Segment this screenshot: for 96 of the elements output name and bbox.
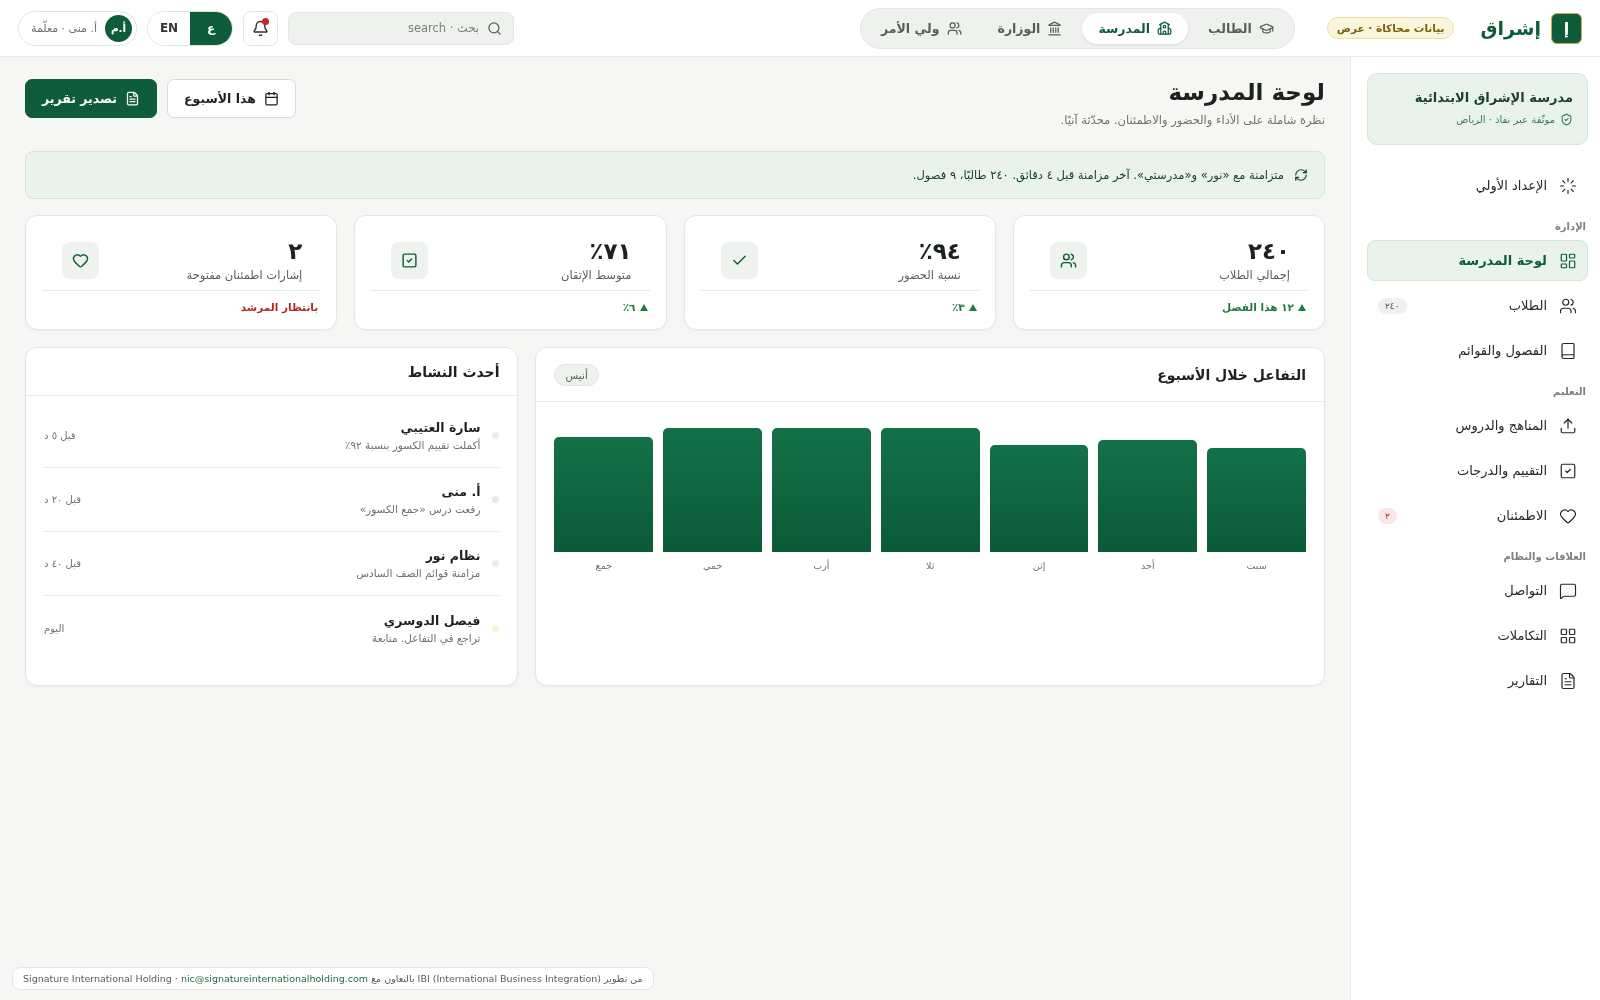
section-heading: الإدارة [1553, 220, 1587, 234]
graduation-cap-icon [1258, 20, 1274, 36]
sync-text: متزامنة مع «نور» و«مدرستي». آخر مزامنة قبل ٤ دقائق. ٢٤٠ طالبًا، ٩ فصول. [912, 168, 1284, 182]
demo-badge: بيانات محاكاة · عرض [1326, 17, 1455, 39]
tag: أنيس [554, 363, 599, 386]
role-tab[interactable]: ولي الأمر [864, 12, 978, 44]
section-heading: التعليم [1552, 385, 1587, 399]
role-tab[interactable]: الوزارة [981, 12, 1079, 44]
activity-name: نظام نور [424, 548, 481, 563]
stat-label: إجمالي الطلاب [1218, 268, 1290, 282]
up-arrow-icon [639, 303, 648, 311]
up-arrow-icon [1298, 303, 1306, 311]
stat-trend: ٦٪ [622, 301, 636, 313]
up-arrow-icon [968, 303, 977, 311]
users-icon [1049, 241, 1087, 279]
panel-title: التفاعل خلال الأسبوع [1157, 366, 1306, 383]
sidebar-item[interactable]: الطلاب ٢٤٠ [1367, 285, 1588, 326]
activity-time: قبل ٤٠ د [44, 558, 81, 569]
sidebar-item[interactable]: التواصل [1367, 570, 1588, 611]
count-badge: ٢ [1378, 507, 1397, 524]
activity-detail: مزامنة قوائم الصف السادس [355, 567, 481, 579]
stat-label: متوسط الإتقان [561, 268, 632, 282]
week-button[interactable]: هذا الأسبوع [167, 79, 296, 118]
sidebar-item[interactable]: التقييم والدرجات [1367, 450, 1588, 491]
search-field[interactable]: بحث · search [288, 11, 515, 45]
activity-time: قبل ٥ د [44, 430, 76, 441]
school-icon [1157, 20, 1173, 36]
sidebar-item[interactable]: لوحة المدرسة [1367, 240, 1588, 281]
page-title: لوحة المدرسة [1167, 79, 1325, 105]
sidebar-item[interactable]: الفصول والقوائم [1367, 330, 1588, 371]
user-menu[interactable]: أ.م أ. منى · معلّمة [18, 10, 138, 46]
sidebar-item[interactable]: التكاملات [1367, 615, 1588, 656]
sidebar-item[interactable]: المناهج والدروس [1367, 405, 1588, 446]
activity-name: سارة العتيبي [399, 420, 481, 435]
count-badge: ٢٤٠ [1378, 297, 1407, 314]
page-subtitle: نظرة شاملة على الأداء والحضور والاطمئنان. محدّثة آنيًا. [1060, 113, 1325, 127]
chat-icon [1559, 581, 1577, 600]
bank-icon [1047, 20, 1063, 36]
day-label: سبت [1245, 560, 1268, 571]
section-heading: العلاقات والنظام [1502, 550, 1587, 565]
users-icon [946, 20, 962, 36]
unread-dot [262, 17, 270, 25]
activity-name: فيصل الدوسري [382, 612, 481, 628]
stat-trend: ١٢ هذا الفصل [1222, 301, 1294, 313]
book-icon [1559, 341, 1577, 360]
day-label: إثن [1031, 560, 1047, 571]
heart-icon [1559, 506, 1577, 525]
activity-time: اليوم [44, 622, 65, 634]
activity-name: أ. منى [440, 484, 481, 499]
refresh-icon [1294, 168, 1308, 182]
language-button[interactable]: ع [190, 11, 233, 45]
sidebar-item[interactable]: التقارير [1367, 660, 1588, 701]
stat-trend: بانتظار المرشد [240, 301, 319, 313]
stat-label: نسبة الحضور [898, 268, 961, 282]
stat-value: ٢٤٠ [1246, 238, 1290, 264]
user-name: أ. منى · معلّمة [31, 21, 98, 35]
email-link[interactable]: nic@signatureinternationalholding.com [180, 973, 368, 984]
day-label: أحد [1140, 560, 1156, 571]
brand-name: إشراق [1480, 17, 1541, 39]
day-label: جمع [594, 560, 614, 571]
school-note: موثّقة عبر نفاذ · الرياض [1456, 114, 1555, 125]
role-tab[interactable]: المدرسة [1082, 12, 1189, 44]
stat-value: ٧١٪ [588, 238, 632, 264]
school-name: مدرسة الإشراق الابتدائية [1413, 90, 1573, 105]
day-label: أرب [812, 560, 831, 571]
day-label: خمي [701, 560, 724, 571]
loader-icon [1559, 176, 1577, 195]
dashboard-icon [1559, 251, 1577, 270]
activity-detail: أكملت تقييم الكسور بنسبة ٩٢٪ [343, 439, 481, 451]
avatar: أ.م [105, 14, 133, 42]
stat-label: إشارات اطمئنان مفتوحة [186, 268, 303, 282]
document-icon [1559, 671, 1577, 690]
role-tab[interactable]: الطالب [1192, 12, 1290, 44]
sidebar-item[interactable]: الإعداد الأولي [1367, 165, 1588, 206]
notifications-button[interactable] [243, 10, 279, 46]
check-square-icon [391, 241, 429, 279]
panel-title: أحدث النشاط [407, 363, 500, 380]
document-icon [125, 91, 140, 106]
sidebar-item[interactable]: الاطمئنان ٢ [1367, 495, 1588, 536]
check-icon [720, 241, 758, 279]
export-button[interactable]: تصدير تقرير [25, 79, 157, 118]
check-square-icon [1559, 461, 1577, 480]
stat-trend: ٣٪ [951, 301, 965, 313]
upload-icon [1559, 416, 1577, 435]
activity-time: قبل ٢٠ د [44, 494, 81, 505]
activity-detail: تراجع في التفاعل. متابعة [371, 631, 481, 644]
shield-check-icon [1560, 113, 1573, 126]
stat-value: ٩٤٪ [917, 238, 961, 264]
stat-value: ٢ [287, 238, 303, 264]
users-icon [1559, 296, 1577, 315]
calendar-icon [263, 91, 279, 106]
bell-icon [252, 19, 270, 37]
logo: إ [1551, 12, 1582, 44]
day-label: ثلا [925, 560, 936, 571]
activity-detail: رفعت درس «جمع الكسور» [358, 503, 481, 515]
grid-icon [1559, 626, 1577, 645]
